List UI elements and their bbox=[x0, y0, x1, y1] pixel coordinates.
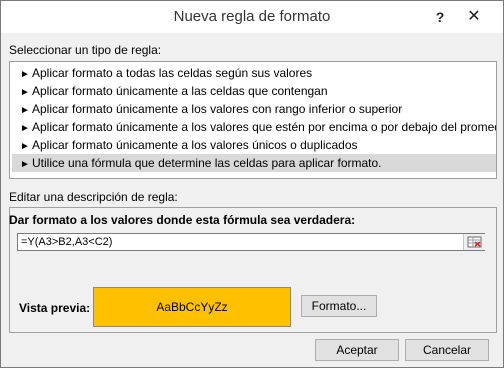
accept-button-label: Aceptar bbox=[336, 343, 378, 357]
rule-type-item[interactable]: ► Aplicar formato únicamente a los valore… bbox=[12, 100, 496, 118]
range-selector-icon bbox=[467, 236, 482, 248]
accept-button[interactable]: Aceptar bbox=[315, 339, 399, 361]
cancel-button[interactable]: Cancelar bbox=[405, 339, 489, 361]
format-button-label: Formato... bbox=[311, 299, 367, 313]
title-bar: Nueva regla de formato ? ✕ bbox=[1, 1, 503, 33]
rule-type-item[interactable]: ► Aplicar formato a todas las celdas segú… bbox=[12, 64, 496, 82]
arrow-right-icon: ► bbox=[20, 159, 30, 170]
dialog-title: Nueva regla de formato bbox=[173, 8, 331, 25]
cancel-button-label: Cancelar bbox=[422, 343, 472, 357]
edit-description-label: Editar una descripción de regla: bbox=[9, 190, 178, 204]
help-button[interactable]: ? bbox=[429, 7, 451, 27]
format-button[interactable]: Formato... bbox=[301, 295, 377, 317]
rule-type-list[interactable]: ► Aplicar formato a todas las celdas segú… bbox=[9, 61, 497, 179]
rule-type-item-label: Aplicar formato únicamente a las celdas … bbox=[32, 84, 328, 98]
rule-type-item[interactable]: ► Aplicar formato únicamente a los valore… bbox=[12, 136, 496, 154]
close-button[interactable]: ✕ bbox=[463, 7, 485, 27]
rule-type-item-selected[interactable]: ► Utilice una fórmula que determine las c… bbox=[12, 154, 496, 172]
formula-input[interactable]: =Y(A3>B2,A3<C2) bbox=[17, 233, 485, 251]
preview-label: Vista previa: bbox=[19, 301, 91, 315]
formula-label: Dar formato a los valores donde esta fór… bbox=[9, 213, 356, 227]
rule-type-item-label: Aplicar formato a todas las celdas según… bbox=[32, 66, 313, 80]
rule-type-item-label: Utilice una fórmula que determine las ce… bbox=[32, 156, 382, 170]
rule-type-item[interactable]: ► Aplicar formato únicamente a las celdas… bbox=[12, 82, 496, 100]
rule-type-item-label: Aplicar formato únicamente a los valores… bbox=[32, 138, 358, 152]
new-format-rule-dialog: Nueva regla de formato ? ✕ Seleccionar u… bbox=[0, 0, 504, 368]
format-preview: AaBbCcYyZz bbox=[93, 287, 291, 327]
rule-type-label: Seleccionar un tipo de regla: bbox=[9, 43, 162, 57]
rule-type-item-label: Aplicar formato únicamente a los valores… bbox=[32, 102, 403, 116]
range-selector-button[interactable] bbox=[463, 234, 485, 250]
rule-type-item-label: Aplicar formato únicamente a los valores… bbox=[32, 120, 497, 134]
rule-type-item[interactable]: ► Aplicar formato únicamente a los valore… bbox=[12, 118, 496, 136]
